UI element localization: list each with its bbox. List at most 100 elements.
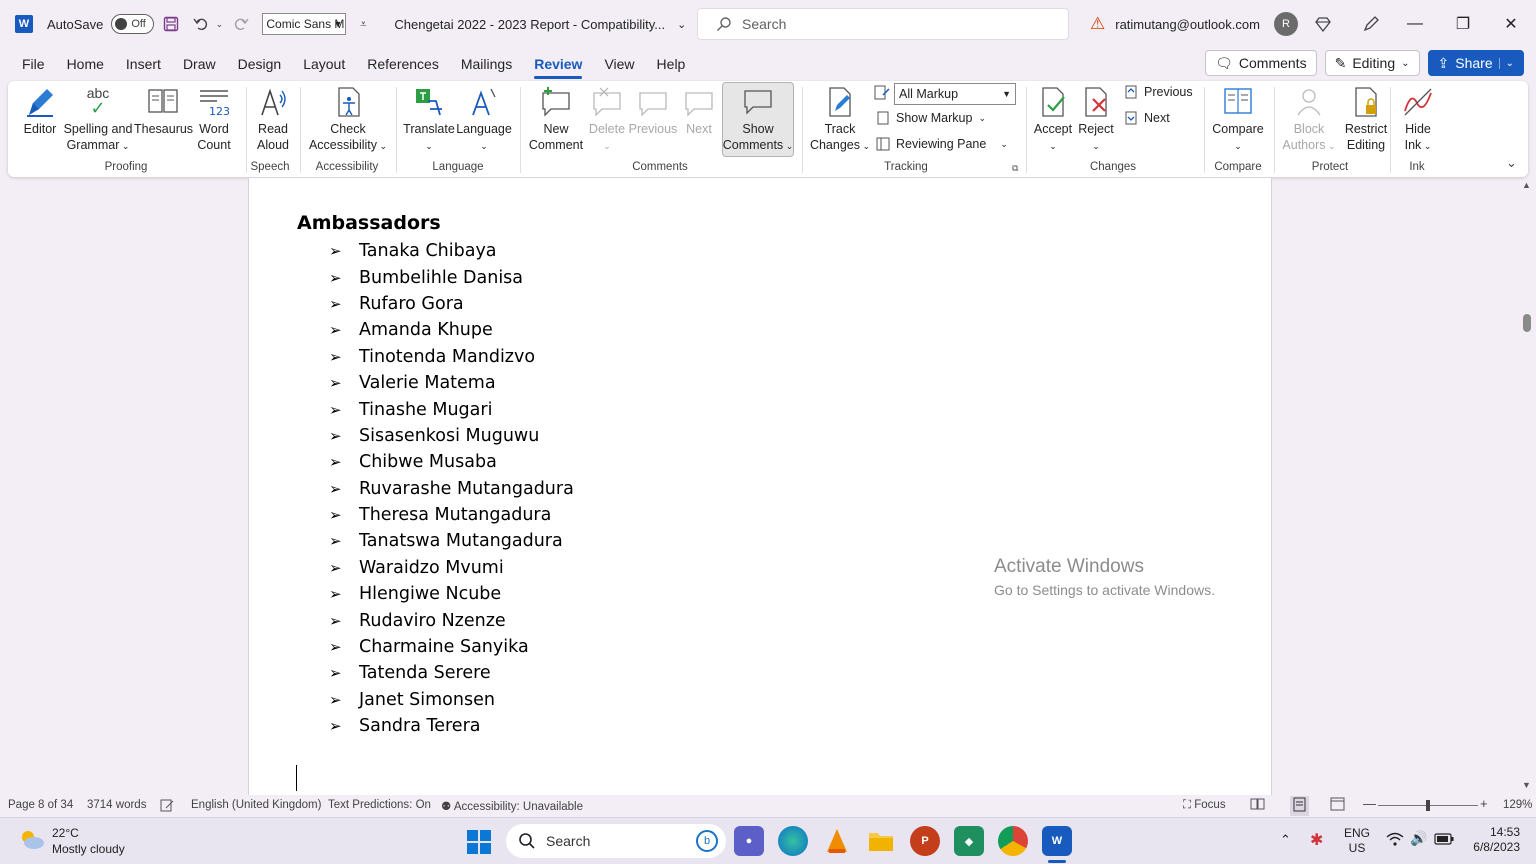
restrict-editing-button[interactable]: Restrict Editing [1340, 85, 1392, 153]
list-item[interactable]: ➢ Tanatswa Mutangadura [329, 528, 574, 554]
list-item[interactable]: ➢ Waraidzo Mvumi [329, 555, 574, 581]
weather-widget[interactable]: 22°C Mostly cloudy [52, 825, 125, 857]
save-icon[interactable] [158, 11, 184, 37]
accessibility-status[interactable]: ⚉ Accessibility: Unavailable [441, 799, 583, 813]
zoom-in-icon[interactable]: + [1480, 796, 1488, 811]
track-changes-button[interactable]: Track Changes ⌄ [808, 85, 872, 154]
list-item[interactable]: ➢ Tinashe Mugari [329, 396, 574, 422]
list-item[interactable]: ➢ Ruvarashe Mutangadura [329, 476, 574, 502]
list-item[interactable]: ➢ Bumbelihle Danisa [329, 264, 574, 290]
tab-references[interactable]: References [356, 49, 450, 79]
redo-icon[interactable] [228, 11, 254, 37]
search-input[interactable]: Search [697, 8, 1069, 40]
account-area[interactable]: ⚠ ratimutang@outlook.com R [1090, 12, 1298, 36]
account-email[interactable]: ratimutang@outlook.com [1115, 17, 1260, 32]
avatar[interactable]: R [1273, 12, 1298, 36]
tab-design[interactable]: Design [227, 49, 293, 79]
tab-help[interactable]: Help [646, 49, 697, 79]
compare-button[interactable]: Compare ⌄ [1210, 85, 1266, 154]
page-count[interactable]: Page 8 of 34 [8, 799, 73, 811]
font-name-select[interactable]: Comic Sans M ▼ [262, 13, 347, 35]
list-item[interactable]: ➢ Rufaro Gora [329, 291, 574, 317]
check-accessibility-button[interactable]: Check Accessibility ⌄ [306, 85, 390, 154]
focus-button[interactable]: ⛶ Focus [1183, 799, 1226, 812]
tray-app-icon[interactable]: ✱ [1310, 830, 1323, 850]
powerpoint-icon[interactable]: P [910, 826, 940, 856]
autosave-toggle[interactable]: Off [111, 14, 155, 34]
volume-icon[interactable]: 🔊 [1410, 830, 1427, 847]
reviewing-pane-button[interactable]: Reviewing Pane ⌄ [876, 137, 1008, 151]
zoom-level[interactable]: 129% [1503, 799, 1532, 811]
customize-toolbar-icon[interactable]: ⩡ [350, 11, 376, 37]
next-comment-button[interactable]: Next [678, 85, 720, 137]
read-mode-icon[interactable] [1250, 797, 1265, 814]
scroll-down-arrow-icon[interactable]: ▼ [1522, 780, 1531, 790]
file-explorer-icon[interactable] [866, 826, 896, 856]
tab-home[interactable]: Home [56, 49, 115, 79]
translate-button[interactable]: Translate ⌄ [402, 85, 456, 154]
list-item[interactable]: ➢ Theresa Mutangadura [329, 502, 574, 528]
list-item[interactable]: ➢ Valerie Matema [329, 370, 574, 396]
delete-comment-button[interactable]: Delete ⌄ [586, 85, 628, 154]
document-page[interactable]: Ambassadors ➢ Tanaka Chibaya ➢ Bumbelihle D… [248, 178, 1272, 795]
language-status[interactable]: English (United Kingdom) [191, 799, 321, 811]
edge-browser-icon[interactable] [778, 826, 808, 856]
pen-icon[interactable] [1348, 8, 1394, 40]
list-item[interactable]: ➢ Hlengiwe Ncube [329, 581, 574, 607]
list-item[interactable]: ➢ Amanda Khupe [329, 317, 574, 343]
document-title[interactable]: Chengetai 2022 - 2023 Report - Compatibi… [394, 17, 665, 32]
wifi-icon[interactable] [1386, 831, 1404, 851]
list-item[interactable]: ➢ Charmaine Sanyika [329, 634, 574, 660]
word-count-button[interactable]: 123 Word Count [194, 85, 234, 153]
show-markup-button[interactable]: Show Markup ⌄ [876, 111, 986, 125]
scroll-thumb[interactable] [1523, 314, 1531, 332]
undo-dropdown-icon[interactable]: ⌄ [214, 11, 224, 37]
tab-insert[interactable]: Insert [115, 49, 172, 79]
share-button[interactable]: ⇪ Share ⌄ [1427, 50, 1524, 76]
clock[interactable]: 14:53 6/8/2023 [1466, 825, 1520, 855]
list-item[interactable]: ➢ Sandra Terera [329, 713, 574, 739]
list-item[interactable]: ➢ Janet Simonsen [329, 687, 574, 713]
taskbar-search-input[interactable]: Search b [506, 824, 726, 858]
tab-review[interactable]: Review [523, 49, 593, 79]
word-app-icon[interactable]: W [1042, 826, 1072, 856]
restore-icon[interactable]: ❐ [1440, 8, 1486, 40]
tab-mailings[interactable]: Mailings [450, 49, 523, 79]
warning-icon[interactable]: ⚠ [1090, 14, 1105, 34]
weather-icon[interactable] [18, 828, 46, 855]
spelling-grammar-button[interactable]: abc ✓ Spelling and Grammar ⌄ [62, 85, 134, 154]
list-item[interactable]: ➢ Sisasenkosi Muguwu [329, 423, 574, 449]
accept-button[interactable]: Accept ⌄ [1032, 85, 1074, 154]
text-predictions-status[interactable]: Text Predictions: On [328, 799, 431, 811]
next-change-button[interactable]: Next [1124, 111, 1170, 125]
language-button[interactable]: Language ⌄ [456, 85, 512, 154]
comments-button[interactable]: 🗨 Comments [1205, 50, 1317, 76]
close-icon[interactable]: ✕ [1488, 8, 1534, 40]
tab-file[interactable]: File [11, 49, 56, 79]
reject-button[interactable]: Reject ⌄ [1076, 85, 1116, 154]
previous-change-button[interactable]: Previous [1124, 85, 1193, 99]
list-item[interactable]: ➢ Tanaka Chibaya [329, 238, 574, 264]
tray-overflow-icon[interactable]: ⌃ [1280, 832, 1291, 848]
collapse-ribbon-icon[interactable]: ⌄ [1506, 155, 1517, 171]
block-authors-button[interactable]: Block Authors ⌄ [1278, 85, 1340, 154]
word-count[interactable]: 3714 words [87, 799, 146, 811]
tab-layout[interactable]: Layout [292, 49, 356, 79]
show-comments-button[interactable]: Show Comments ⌄ [722, 85, 794, 154]
read-aloud-button[interactable]: Read Aloud [252, 85, 294, 153]
tab-draw[interactable]: Draw [172, 49, 227, 79]
zoom-out-icon[interactable]: — [1363, 796, 1376, 811]
tracking-dialog-launcher-icon[interactable]: ⧉ [1012, 163, 1018, 174]
list-item[interactable]: ➢ Tinotenda Mandizvo [329, 344, 574, 370]
print-layout-icon[interactable] [1290, 796, 1309, 816]
vertical-scrollbar[interactable]: ▲ ▼ [1518, 178, 1536, 795]
windows-start-icon[interactable] [467, 830, 491, 857]
title-chevron-down-icon[interactable]: ⌄ [677, 18, 686, 31]
thesaurus-button[interactable]: Thesaurus [134, 85, 193, 137]
green-app-icon[interactable]: ◆ [954, 826, 984, 856]
proofing-status-icon[interactable] [160, 799, 174, 815]
input-language-indicator[interactable]: ENG US [1344, 826, 1370, 856]
zoom-slider-thumb[interactable] [1426, 800, 1430, 811]
list-item[interactable]: ➢ Chibwe Musaba [329, 449, 574, 475]
tab-view[interactable]: View [593, 49, 645, 79]
